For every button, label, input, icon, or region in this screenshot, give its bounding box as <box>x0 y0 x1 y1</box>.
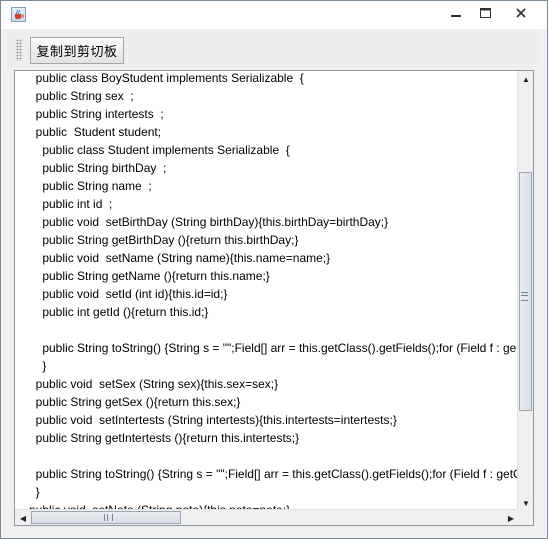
minimize-button[interactable] <box>441 1 471 25</box>
code-line: public String getName (){return this.nam… <box>29 269 270 283</box>
horizontal-scrollbar[interactable]: ◀ ▶ <box>15 509 519 525</box>
thumb-grip-icon-horizontal <box>104 514 113 521</box>
code-text-content[interactable]: public class BoyStudent implements Seria… <box>15 71 519 511</box>
app-window: 复制到剪切板 public class BoyStudent implement… <box>0 0 548 539</box>
code-line: public void setName (String name){this.n… <box>29 251 331 265</box>
code-text-area[interactable]: public class BoyStudent implements Seria… <box>14 70 534 526</box>
code-line: public class Student implements Serializ… <box>29 143 290 157</box>
scroll-up-arrow-icon[interactable]: ▲ <box>518 71 533 87</box>
code-line: public String sex ; <box>29 89 134 103</box>
code-line: public String name ; <box>29 179 152 193</box>
vertical-scrollbar[interactable]: ▲ ▼ <box>517 71 533 511</box>
code-line: public String toString() {String s = "";… <box>29 341 517 355</box>
code-line: public void setIntertests (String intert… <box>29 413 397 427</box>
code-line: public int id ; <box>29 197 113 211</box>
maximize-icon <box>479 8 491 18</box>
code-line: public String toString() {String s = "";… <box>29 467 519 481</box>
scrollbar-corner <box>517 509 533 525</box>
code-line: public Student student; <box>29 125 162 139</box>
java-cup-icon <box>11 7 26 22</box>
code-line: public String birthDay ; <box>29 161 167 175</box>
scroll-left-arrow-icon[interactable]: ◀ <box>15 510 31 525</box>
close-button[interactable] <box>501 1 541 25</box>
code-line: } <box>29 359 47 373</box>
code-line: public void setSex (String sex){this.sex… <box>29 377 279 391</box>
maximize-button[interactable] <box>471 1 499 25</box>
code-line: } <box>29 485 40 499</box>
code-line: public int getId (){return this.id;} <box>29 305 209 319</box>
code-line: public void setBirthDay (String birthDay… <box>29 215 389 229</box>
minimize-icon <box>451 15 461 17</box>
title-bar[interactable] <box>1 1 547 29</box>
toolbar-grip-handle[interactable] <box>16 39 22 61</box>
code-line: public String getSex (){return this.sex;… <box>29 395 241 409</box>
toolbar: 复制到剪切板 <box>7 31 541 67</box>
thumb-grip-icon <box>521 292 528 301</box>
close-icon <box>516 8 526 18</box>
code-line: public class BoyStudent implements Seria… <box>29 71 304 85</box>
code-line: public void setId (int id){this.id=id;} <box>29 287 228 301</box>
code-line: public String getBirthDay (){return this… <box>29 233 299 247</box>
code-line: public String intertests ; <box>29 107 164 121</box>
copy-to-clipboard-button[interactable]: 复制到剪切板 <box>30 37 124 64</box>
code-line: public String getIntertests (){return th… <box>29 431 300 445</box>
